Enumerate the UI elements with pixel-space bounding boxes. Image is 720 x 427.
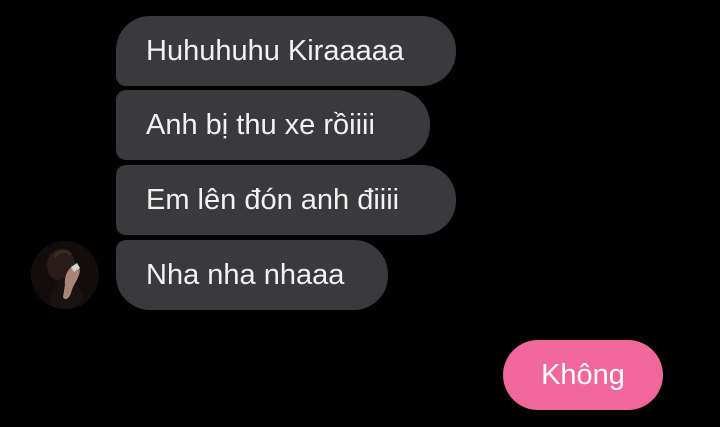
message-text: Anh bị thu xe rồiiii: [146, 108, 375, 141]
incoming-message[interactable]: Em lên đón anh điiii: [116, 165, 456, 235]
message-text: Nha nha nhaaa: [146, 258, 345, 291]
message-text: Huhuhuhu Kiraaaaa: [146, 34, 404, 67]
message-text: Không: [541, 358, 625, 391]
avatar-photo-icon: [31, 241, 99, 309]
chat-thread: Huhuhuhu Kiraaaaa Anh bị thu xe rồiiii E…: [0, 0, 720, 427]
outgoing-message[interactable]: Không: [503, 340, 663, 410]
contact-avatar[interactable]: [31, 241, 99, 309]
incoming-message[interactable]: Anh bị thu xe rồiiii: [116, 90, 430, 160]
incoming-message[interactable]: Huhuhuhu Kiraaaaa: [116, 16, 456, 86]
message-text: Em lên đón anh điiii: [146, 183, 400, 216]
incoming-message[interactable]: Nha nha nhaaa: [116, 240, 388, 310]
